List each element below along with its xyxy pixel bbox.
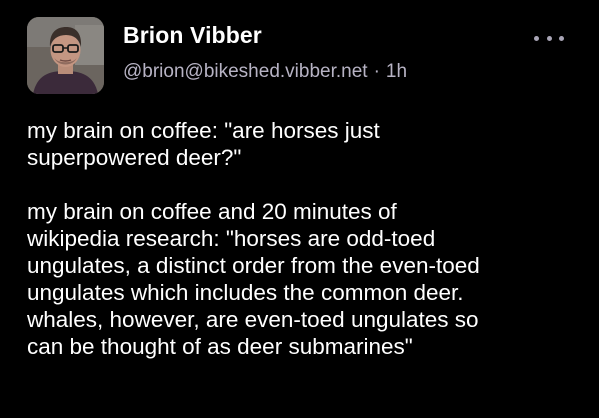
post-paragraph: my brain on coffee and 20 minutes of wik… xyxy=(27,199,480,359)
post-meta: @brion@bikeshed.vibber.net · 1h xyxy=(123,61,407,83)
post-timestamp[interactable]: 1h xyxy=(386,61,407,82)
post: Brion Vibber @brion@bikeshed.vibber.net ·… xyxy=(0,0,599,418)
author-handle[interactable]: @brion@bikeshed.vibber.net xyxy=(123,61,368,82)
author-display-name[interactable]: Brion Vibber xyxy=(123,22,262,49)
more-options-button[interactable] xyxy=(534,30,564,46)
more-options-icon xyxy=(534,35,539,41)
avatar[interactable] xyxy=(27,17,104,94)
post-paragraph: my brain on coffee: "are horses just sup… xyxy=(27,118,380,170)
post-content: my brain on coffee: "are horses just sup… xyxy=(27,117,587,360)
profile-photo-icon xyxy=(27,17,104,94)
meta-separator: · xyxy=(373,61,380,82)
more-options-icon xyxy=(559,35,564,41)
more-options-icon xyxy=(546,35,552,41)
